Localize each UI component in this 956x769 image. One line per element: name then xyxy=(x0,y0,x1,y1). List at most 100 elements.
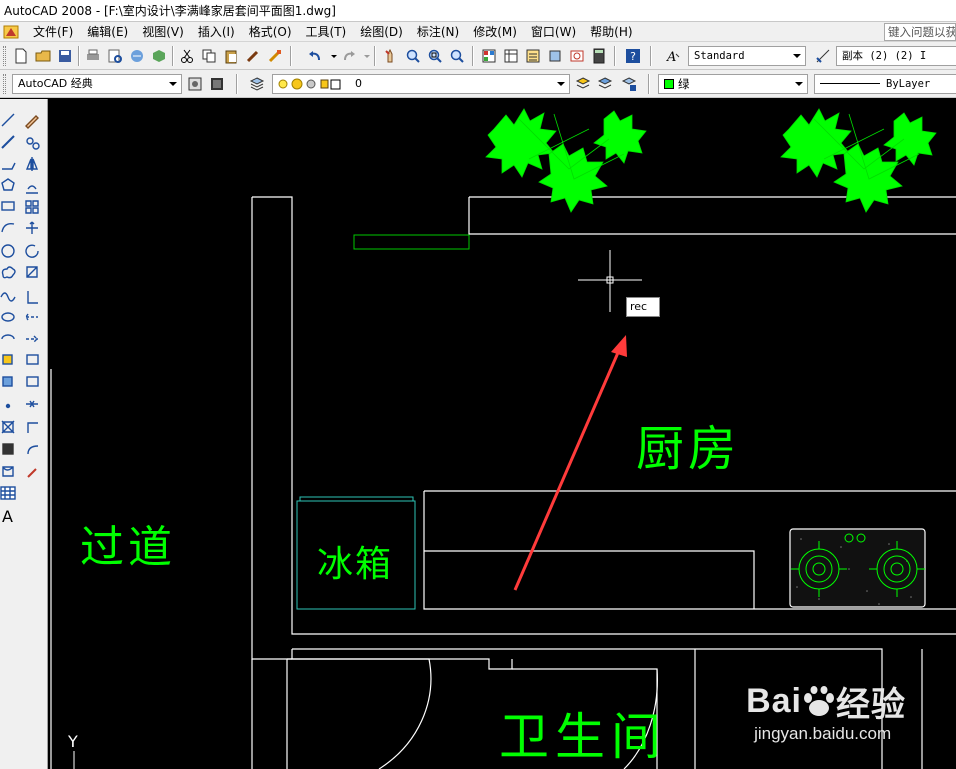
menu-modify[interactable]: 修改(M) xyxy=(466,23,524,40)
make-object-layer-current-icon[interactable] xyxy=(574,75,592,93)
open-file-icon[interactable] xyxy=(34,47,52,65)
help-icon[interactable]: ? xyxy=(624,47,642,65)
toolbar-separator xyxy=(236,74,238,94)
toolbar-separator xyxy=(648,74,650,94)
my-workspace-icon[interactable] xyxy=(208,75,226,93)
menu-draw[interactable]: 绘图(D) xyxy=(353,23,410,40)
layer-previous-icon[interactable] xyxy=(596,75,614,93)
layer-manager-icon[interactable] xyxy=(248,75,266,93)
tool-palettes-icon[interactable] xyxy=(524,47,542,65)
toolbar-separator xyxy=(374,46,376,66)
design-center-icon[interactable] xyxy=(502,47,520,65)
point-icon xyxy=(5,403,11,409)
color-select[interactable]: 绿 xyxy=(658,74,808,94)
layer-state-icons xyxy=(277,77,351,93)
menu-window[interactable]: 窗口(W) xyxy=(524,23,583,40)
menu-edit[interactable]: 编辑(E) xyxy=(80,23,135,40)
new-file-icon[interactable] xyxy=(12,47,30,65)
svg-text:?: ? xyxy=(630,50,636,63)
match-properties-icon[interactable] xyxy=(244,47,262,65)
circle-icon xyxy=(1,244,15,258)
workspace-select[interactable]: AutoCAD 经典 xyxy=(12,74,182,94)
rectangle-icon xyxy=(1,201,15,211)
chevron-down-icon[interactable] xyxy=(557,82,565,86)
offset-icon xyxy=(26,185,38,194)
autocad-app-icon[interactable] xyxy=(2,23,20,41)
zoom-previous-icon[interactable] xyxy=(448,47,466,65)
sheet-set-icon[interactable] xyxy=(546,47,564,65)
chevron-down-icon[interactable] xyxy=(793,54,801,58)
extend-icon xyxy=(26,335,38,343)
watermark-brand-left: Bai xyxy=(746,682,802,720)
toolbar-grip[interactable] xyxy=(3,46,6,66)
menu-file[interactable]: 文件(F) xyxy=(26,23,80,40)
menu-help[interactable]: 帮助(H) xyxy=(583,23,639,40)
region-icon xyxy=(2,466,14,477)
watermark-logo: Bai 经验 xyxy=(746,677,906,726)
join-icon xyxy=(26,400,38,408)
dimension-style-select[interactable]: 副本 (2) (2) I xyxy=(836,46,956,66)
menu-dimension[interactable]: 标注(N) xyxy=(410,23,466,40)
left-toolbar-icons: A xyxy=(0,113,40,526)
save-icon[interactable] xyxy=(56,47,74,65)
array-icon xyxy=(25,200,39,214)
layer-states-icon[interactable] xyxy=(620,75,638,93)
workspace-settings-icon[interactable] xyxy=(186,75,204,93)
linetype-select[interactable]: ByLayer xyxy=(814,74,956,94)
workspace-value: AutoCAD 经典 xyxy=(18,77,93,90)
dynamic-input-field[interactable]: rec xyxy=(626,297,660,317)
title-bar: AutoCAD 2008 - [F:\室内设计\李满峰家居套间平面图1.dwg] xyxy=(0,0,956,22)
room-label-fridge: 冰箱 xyxy=(317,544,394,585)
text-style-select[interactable]: Standard xyxy=(688,46,806,66)
chevron-down-icon[interactable] xyxy=(169,82,177,86)
watermark-url: jingyan.baidu.com xyxy=(754,724,892,743)
help-search-input[interactable]: 键入问题以获 xyxy=(884,23,956,41)
pan-realtime-icon[interactable] xyxy=(382,47,400,65)
undo-icon[interactable] xyxy=(306,47,324,65)
paw-icon xyxy=(804,685,834,716)
zoom-window-icon[interactable] xyxy=(426,47,444,65)
text-style-value: Standard xyxy=(694,50,745,62)
window-title: AutoCAD 2008 - [F:\室内设计\李满峰家居套间平面图1.dwg] xyxy=(4,4,336,18)
menu-format[interactable]: 格式(O) xyxy=(242,23,299,40)
copy-icon[interactable] xyxy=(200,47,218,65)
floor-plan-drawing: Y xyxy=(50,108,956,769)
linetype-preview xyxy=(820,83,880,84)
block-editor-icon[interactable] xyxy=(266,47,284,65)
cut-icon[interactable] xyxy=(178,47,196,65)
paste-icon[interactable] xyxy=(222,47,240,65)
properties-icon[interactable] xyxy=(480,47,498,65)
rotate-icon xyxy=(25,244,39,258)
redo-icon[interactable] xyxy=(340,47,358,65)
standard-toolbar: ? A Standard 副本 (2) (2) I xyxy=(0,42,956,70)
3d-dwf-icon[interactable] xyxy=(150,47,168,65)
move-icon xyxy=(26,221,38,234)
layer-select[interactable]: 0 xyxy=(272,74,570,94)
menu-view[interactable]: 视图(V) xyxy=(135,23,191,40)
dimension-style-icon[interactable] xyxy=(814,47,832,65)
toolbar-grip[interactable] xyxy=(3,74,6,94)
quickcalc-icon[interactable] xyxy=(590,47,608,65)
spline-icon xyxy=(0,292,16,302)
text-style-icon[interactable]: A xyxy=(664,47,682,65)
chevron-down-icon[interactable] xyxy=(795,82,803,86)
publish-icon[interactable] xyxy=(128,47,146,65)
break-at-point-icon xyxy=(26,354,39,365)
make-block-icon xyxy=(2,376,13,387)
markup-set-icon[interactable] xyxy=(568,47,586,65)
menu-tools[interactable]: 工具(T) xyxy=(299,23,354,40)
toolbar-separator xyxy=(614,46,616,66)
print-icon[interactable] xyxy=(84,47,102,65)
ellipse-icon xyxy=(1,312,15,322)
break-icon xyxy=(26,376,39,387)
dimension-style-value: 副本 (2) (2) I xyxy=(842,50,927,62)
svg-text:A: A xyxy=(666,50,676,64)
drawing-canvas[interactable]: Y rec 厨房 冰箱 过道 卫生间 xyxy=(49,99,956,769)
zoom-realtime-icon[interactable] xyxy=(404,47,422,65)
copy-object-icon xyxy=(26,137,34,145)
watermark-brand-right: 经验 xyxy=(836,686,906,724)
menu-insert[interactable]: 插入(I) xyxy=(191,23,242,40)
plot-preview-icon[interactable] xyxy=(106,47,124,65)
linetype-value: ByLayer xyxy=(886,78,931,90)
color-value: 绿 xyxy=(678,77,690,91)
